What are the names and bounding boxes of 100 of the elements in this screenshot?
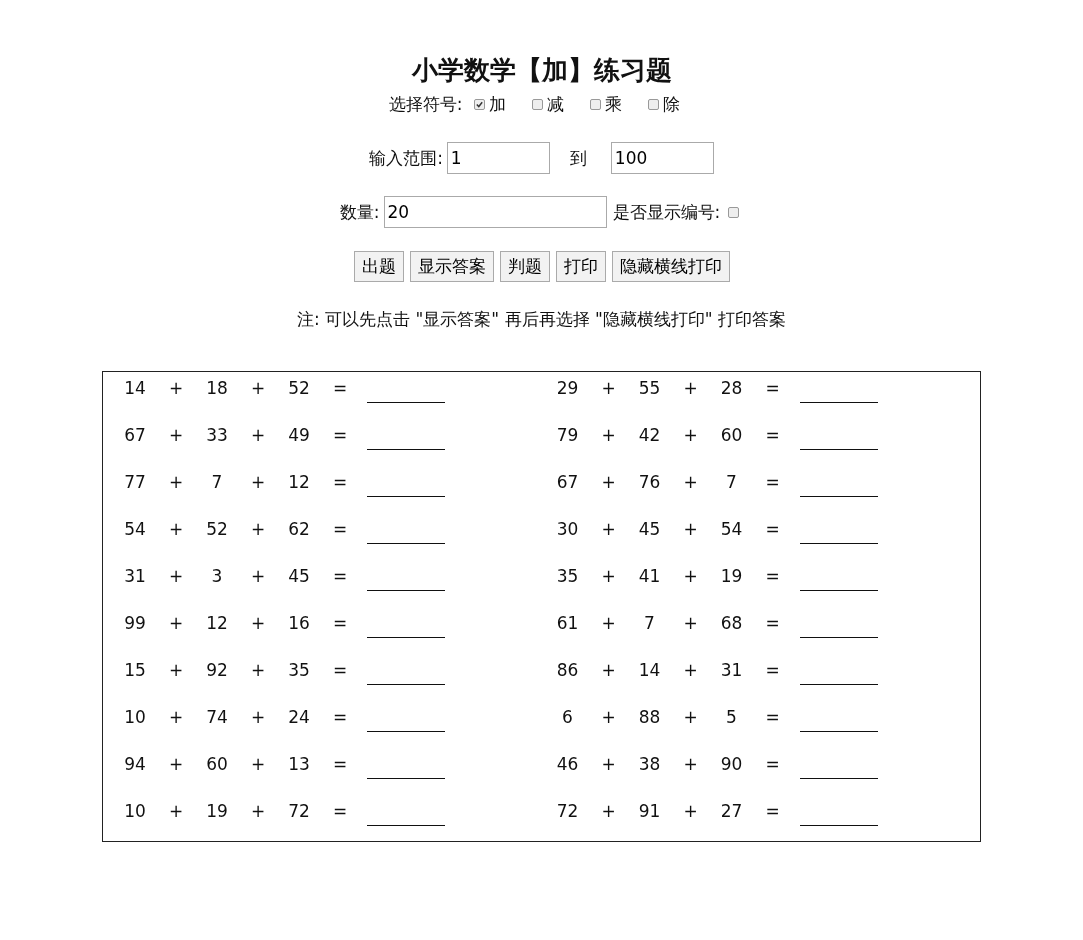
problem-term: =	[764, 706, 781, 729]
problem-term: +	[600, 518, 617, 541]
input-field[interactable]: 1	[446, 142, 550, 174]
problem-term: +	[682, 659, 699, 682]
problem-term: =	[331, 424, 349, 447]
problem-term: 60	[205, 753, 229, 776]
problem-term: +	[249, 471, 267, 494]
problem-term: 10	[123, 706, 147, 729]
problem-term: +	[249, 565, 267, 588]
problem-term: 67	[555, 471, 580, 494]
field-label: 是否显示编号:	[612, 200, 721, 224]
input-field[interactable]: 20	[383, 196, 607, 228]
problem-term: 94	[123, 753, 147, 776]
problem-term: 38	[637, 753, 662, 776]
problem-term: +	[249, 753, 267, 776]
problem-term: 35	[287, 659, 311, 682]
problem-term: 88	[637, 706, 662, 729]
problem-term: 52	[205, 518, 229, 541]
problem-term: 79	[555, 424, 580, 447]
problem-term: 14	[637, 659, 662, 682]
problem-term: =	[331, 612, 349, 635]
problem-term: 60	[719, 424, 744, 447]
problem-term: +	[167, 424, 185, 447]
problem-term: +	[682, 800, 699, 823]
button[interactable]: 打印	[555, 250, 606, 282]
checkbox[interactable]	[590, 98, 602, 110]
page-title: 小学数学【加】练习题	[411, 54, 672, 87]
problem-term: =	[764, 659, 781, 682]
problem-term: +	[167, 377, 185, 400]
problem-term: 19	[205, 800, 229, 823]
problem-term: +	[600, 377, 617, 400]
problem-term: +	[682, 471, 699, 494]
problem-term: +	[167, 659, 185, 682]
problem-term: +	[600, 659, 617, 682]
problem-term: =	[331, 565, 349, 588]
problem-term: 42	[637, 424, 662, 447]
problem-term: 29	[555, 377, 580, 400]
problem-term: +	[249, 706, 267, 729]
field-label: 数量:	[339, 200, 380, 224]
problem-term: 12	[205, 612, 229, 635]
problem-term: 7	[725, 471, 738, 494]
problem-term: =	[764, 518, 781, 541]
problem-term: =	[331, 518, 349, 541]
problem-term: 27	[719, 800, 744, 823]
problem-term: +	[249, 612, 267, 635]
problem-term: 49	[287, 424, 311, 447]
checkbox-label: 减	[547, 92, 565, 116]
problem-term: 41	[637, 565, 662, 588]
note-text: 注: 可以先点击 "显示答案" 再后再选择 "隐藏横线打印" 打印答案	[297, 308, 786, 331]
checkbox[interactable]	[648, 98, 660, 110]
problem-term: +	[682, 377, 699, 400]
problem-term: 16	[287, 612, 311, 635]
checkbox[interactable]	[474, 98, 486, 110]
checkbox-label: 加	[489, 92, 507, 116]
problem-term: +	[682, 706, 699, 729]
problem-term: +	[682, 565, 699, 588]
problem-term: 35	[555, 565, 580, 588]
problem-term: 19	[719, 565, 744, 588]
problem-term: 54	[123, 518, 147, 541]
problem-term: +	[249, 377, 267, 400]
problem-term: 31	[719, 659, 744, 682]
problem-term: +	[167, 518, 185, 541]
problem-term: 45	[637, 518, 662, 541]
problem-term: =	[331, 471, 349, 494]
problem-term: 52	[287, 377, 311, 400]
problem-term: +	[600, 800, 617, 823]
problem-term: =	[764, 612, 781, 635]
checkbox[interactable]	[728, 206, 740, 218]
problem-term: 55	[637, 377, 662, 400]
problem-term: +	[167, 565, 185, 588]
button[interactable]: 隐藏横线打印	[611, 250, 730, 282]
problem-term: 14	[123, 377, 147, 400]
problem-term: 10	[123, 800, 147, 823]
checkbox[interactable]	[532, 98, 544, 110]
button[interactable]: 判题	[499, 250, 550, 282]
problem-term: =	[331, 659, 349, 682]
problem-term: =	[331, 753, 349, 776]
problem-term: 3	[210, 565, 224, 588]
problem-term: 61	[555, 612, 580, 635]
button[interactable]: 出题	[353, 250, 404, 282]
problem-term: 46	[555, 753, 580, 776]
problem-term: +	[249, 800, 267, 823]
problem-term: 5	[725, 706, 738, 729]
problem-term: 15	[123, 659, 147, 682]
problem-term: =	[764, 377, 781, 400]
problem-term: =	[331, 800, 349, 823]
problem-term: =	[764, 565, 781, 588]
problem-term: =	[764, 471, 781, 494]
problem-term: 33	[205, 424, 229, 447]
input-field[interactable]: 100	[610, 142, 714, 174]
problem-term: 18	[205, 377, 229, 400]
problem-term: +	[249, 518, 267, 541]
problem-term: 31	[123, 565, 147, 588]
problem-term: 86	[555, 659, 580, 682]
button[interactable]: 显示答案	[409, 250, 494, 282]
problem-term: +	[600, 565, 617, 588]
problem-term: +	[682, 612, 699, 635]
problem-term: +	[167, 800, 185, 823]
problem-term: 76	[637, 471, 662, 494]
problem-term: 6	[561, 706, 574, 729]
